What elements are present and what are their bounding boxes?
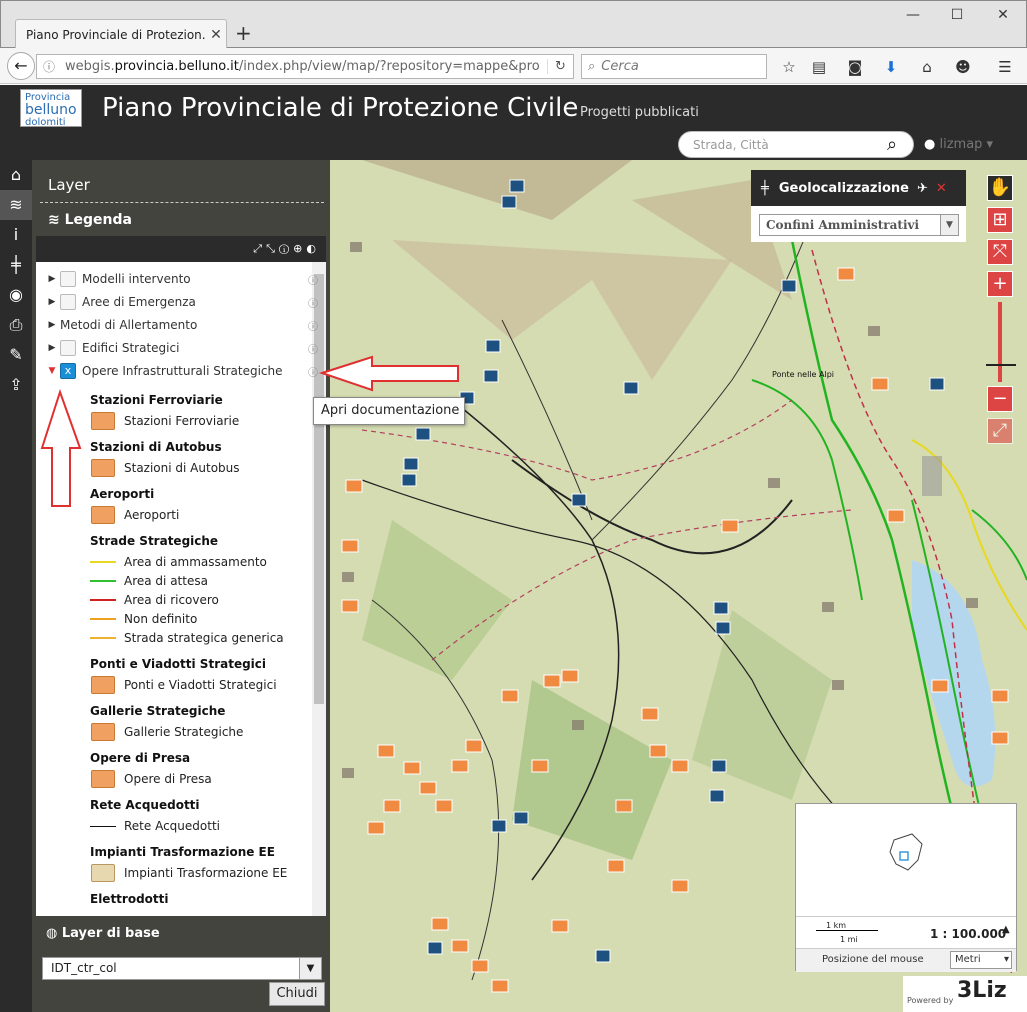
powered-by-label: Powered by <box>907 996 954 1005</box>
admin-select-value: Confini Amministrativi <box>766 218 920 232</box>
mouse-position: Posizione del mouse Metri ▾ <box>796 948 1016 972</box>
scale-bar: 1 km 1 mi 1 : 100.000 <box>796 916 1016 948</box>
scale-km: 1 km <box>816 921 878 931</box>
annotation-arrow-left <box>318 355 459 392</box>
zoom-box-icon[interactable]: ⊞ <box>987 207 1013 233</box>
geolocation-header: ╪ Geolocalizzazione ✈ ✕ <box>751 170 966 206</box>
zoom-slider[interactable] <box>998 302 1002 382</box>
overview-map: ▲ 1 km 1 mi 1 : 100.000 Posizione del mo… <box>795 803 1017 972</box>
close-icon[interactable]: ✕ <box>936 181 947 196</box>
3liz-logo: 3Liz <box>957 978 1007 1003</box>
chevron-down-icon[interactable]: ▼ <box>940 215 958 235</box>
zoom-out-icon[interactable]: − <box>987 386 1013 412</box>
zoom-in-icon[interactable]: + <box>987 271 1013 297</box>
admin-boundaries-select[interactable]: Confini Amministrativi ▼ <box>759 214 959 236</box>
geolocation-title: Geolocalizzazione <box>778 180 909 196</box>
geolocation-icon: ╪ <box>761 180 769 196</box>
chevron-down-icon: ▾ <box>1003 954 1009 965</box>
satellite-icon: ✈ <box>916 180 928 196</box>
pan-icon[interactable]: ✋ <box>987 175 1013 201</box>
powered-by[interactable]: Powered by 3Liz <box>903 976 1027 1012</box>
annotation-arrow-up <box>40 388 82 507</box>
mouse-position-label: Posizione del mouse <box>822 954 924 965</box>
overview-minimap[interactable] <box>796 804 1000 916</box>
scale-mi: 1 mi <box>840 935 858 944</box>
zoom-slider-knob[interactable] <box>986 364 1016 366</box>
units-select[interactable]: Metri ▾ <box>950 951 1012 969</box>
zoom-previous-icon[interactable]: ⤢ <box>987 418 1013 444</box>
geolocation-dock: ╪ Geolocalizzazione ✈ ✕ Confini Amminist… <box>751 170 966 242</box>
zoom-extent-icon[interactable]: ⤧ <box>987 239 1013 265</box>
scale-ratio: 1 : 100.000 <box>930 927 1007 941</box>
